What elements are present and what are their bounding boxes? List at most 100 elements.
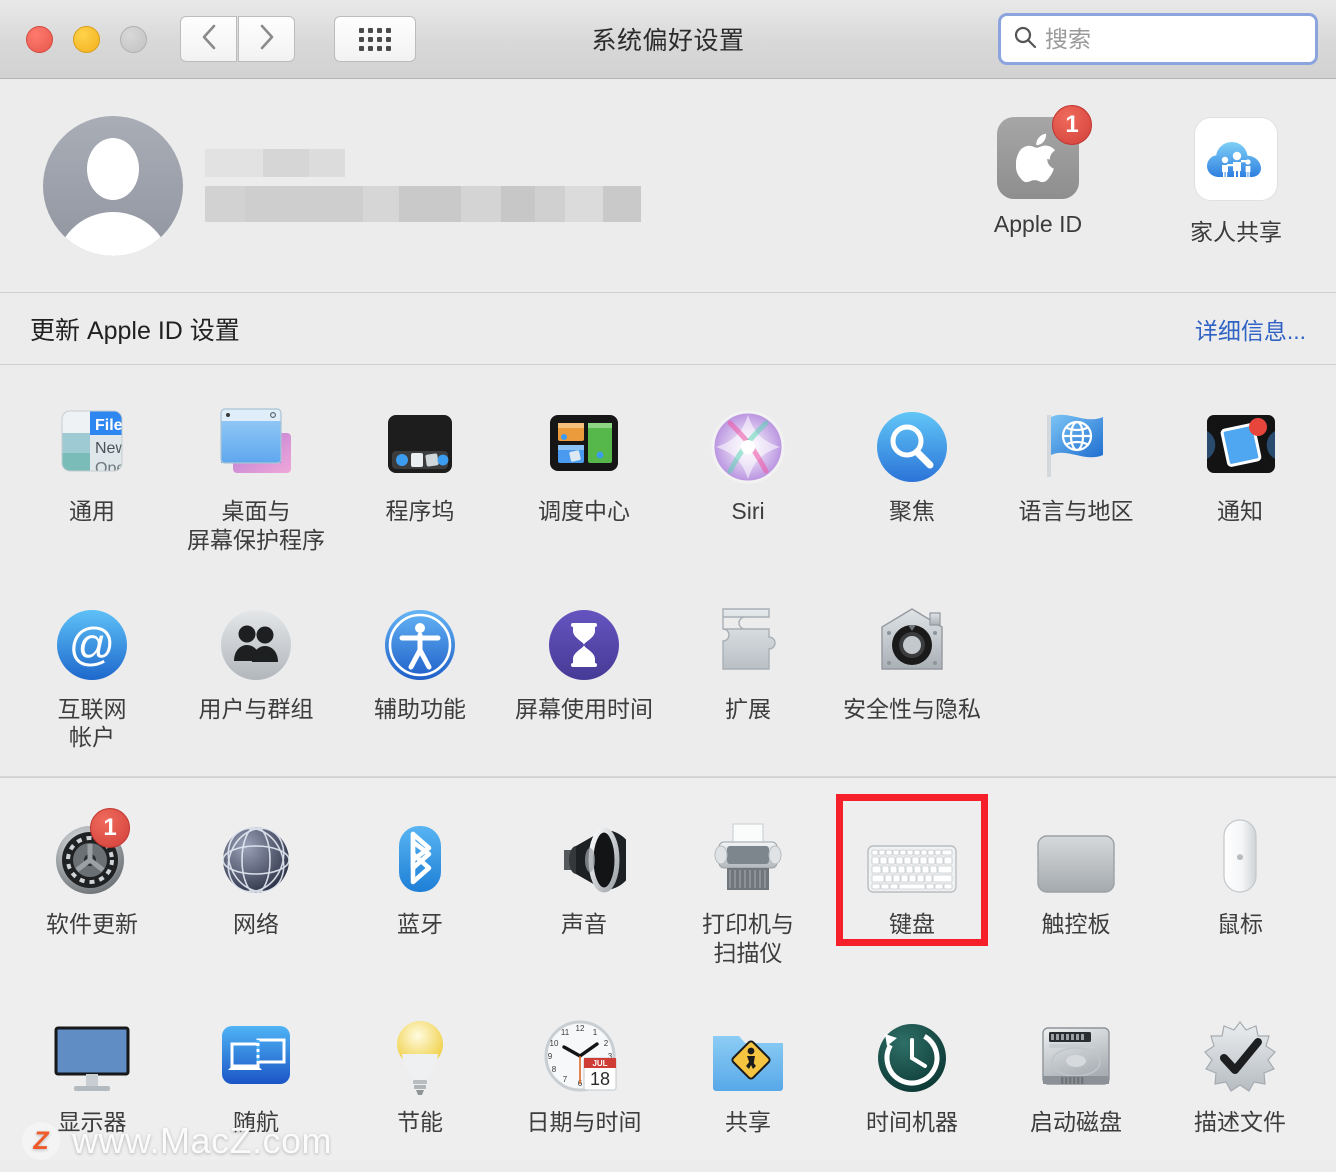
- sound-speaker-icon: [542, 812, 626, 900]
- pref-keyboard[interactable]: 键盘: [830, 794, 994, 974]
- search-field[interactable]: [998, 13, 1318, 65]
- pref-date-time[interactable]: 12123 4567 891011 JUL 18 日期与时间: [502, 1002, 666, 1143]
- watermark: Z www.MacZ.com: [22, 1120, 332, 1162]
- pref-startup-disk[interactable]: 启动磁盘: [994, 1002, 1158, 1143]
- section-hardware: 1 软件更新 网络 蓝牙 声音 打印机与 扫描仪 键盘 触控板 鼠标 显示器 随…: [0, 778, 1336, 1161]
- language-region-flag-icon: [1033, 399, 1119, 487]
- pref-mouse[interactable]: 鼠标: [1158, 804, 1322, 974]
- chevron-right-icon: [259, 24, 275, 55]
- date-time-clock-icon: 12123 4567 891011 JUL 18: [540, 1010, 628, 1098]
- mission-control-icon: [542, 399, 626, 487]
- pref-siri[interactable]: Siri: [666, 391, 830, 561]
- shortcut-label: 家人共享: [1190, 219, 1282, 245]
- banner-details-link[interactable]: 详细信息...: [1195, 312, 1306, 346]
- avatar-body: [55, 211, 171, 256]
- watermark-text: www.MacZ.com: [72, 1120, 333, 1161]
- back-button[interactable]: [180, 16, 237, 62]
- pref-label: 日期与时间: [526, 1108, 642, 1135]
- pref-screen-time[interactable]: 屏幕使用时间: [502, 589, 666, 759]
- pref-security-privacy[interactable]: 安全性与隐私: [830, 589, 994, 759]
- avatar[interactable]: [43, 115, 183, 256]
- pref-label: 鼠标: [1217, 911, 1263, 937]
- svg-text:12: 12: [576, 1024, 585, 1033]
- notifications-icon: [1197, 399, 1283, 487]
- pref-network[interactable]: 网络: [174, 804, 338, 974]
- family-sharing-cloud-icon: [1194, 117, 1278, 201]
- pref-bluetooth[interactable]: 蓝牙: [338, 804, 502, 974]
- svg-text:8: 8: [552, 1065, 557, 1074]
- pref-internet-accounts[interactable]: @ 互联网 帐户: [10, 589, 174, 759]
- pref-sharing[interactable]: 共享: [666, 1002, 830, 1143]
- account-identity[interactable]: [205, 149, 641, 222]
- search-input[interactable]: [1043, 24, 1303, 54]
- pref-label: 聚焦: [889, 498, 935, 524]
- pref-general[interactable]: File New Ope 通用: [10, 391, 174, 561]
- shortcut-label: Apple ID: [993, 211, 1083, 237]
- pref-label: 辅助功能: [374, 695, 466, 722]
- macz-logo-icon: Z: [22, 1122, 60, 1160]
- pref-accessibility[interactable]: 辅助功能: [338, 589, 502, 759]
- pref-label: 声音: [561, 911, 607, 937]
- status-badge: 1: [90, 808, 130, 848]
- pref-profiles[interactable]: 描述文件: [1158, 1002, 1322, 1143]
- sidecar-icon: [214, 1010, 298, 1098]
- keyboard-icon: [864, 812, 960, 900]
- pref-language-region[interactable]: 语言与地区: [994, 391, 1158, 561]
- prefs-row: 1 软件更新 网络 蓝牙 声音 打印机与 扫描仪 键盘 触控板 鼠标: [0, 794, 1336, 974]
- pref-sound[interactable]: 声音: [502, 804, 666, 974]
- pref-spotlight[interactable]: 聚焦: [830, 391, 994, 561]
- traffic-lights: [26, 25, 147, 53]
- pref-desktop-screensaver[interactable]: 桌面与 屏幕保护程序: [174, 391, 338, 561]
- pref-extensions[interactable]: 扩展: [666, 589, 830, 759]
- svg-text:1: 1: [593, 1028, 598, 1037]
- pref-energy-saver[interactable]: 节能: [338, 1002, 502, 1143]
- pref-trackpad[interactable]: 触控板: [994, 804, 1158, 974]
- software-update-gear-icon: 1: [50, 808, 134, 900]
- pref-label: 通用: [69, 498, 115, 524]
- minimize-button[interactable]: [73, 25, 100, 53]
- pref-dock[interactable]: 程序坞: [338, 391, 502, 561]
- pref-label: 时间机器: [866, 1108, 958, 1135]
- pref-users-groups[interactable]: 用户与群组: [174, 589, 338, 759]
- pref-label: 语言与地区: [1018, 498, 1134, 524]
- search-icon: [1013, 25, 1037, 54]
- displays-monitor-icon: [48, 1010, 136, 1098]
- pref-printers-scanners[interactable]: 打印机与 扫描仪: [666, 804, 830, 974]
- pref-notifications[interactable]: 通知: [1158, 391, 1322, 561]
- pref-label: 安全性与隐私: [843, 695, 981, 722]
- account-email-redacted: [205, 186, 641, 222]
- svg-text:9: 9: [548, 1052, 553, 1061]
- pref-time-machine[interactable]: 时间机器: [830, 1002, 994, 1143]
- shortcut-apple-id[interactable]: 1 Apple ID: [968, 105, 1108, 247]
- network-globe-icon: [216, 812, 296, 900]
- pref-label: 节能: [397, 1108, 443, 1135]
- update-apple-id-banner: 更新 Apple ID 设置 详细信息...: [0, 293, 1336, 365]
- pref-label: 用户与群组: [198, 695, 314, 722]
- apple-logo-icon: 1: [997, 105, 1092, 199]
- svg-text:11: 11: [561, 1028, 570, 1037]
- pref-software-update[interactable]: 1 软件更新: [10, 804, 174, 974]
- accessibility-icon: [380, 597, 460, 685]
- section-personal: File New Ope 通用 桌面与 屏幕保护程序 程序坞 调度中心 Siri…: [0, 365, 1336, 776]
- dock-icon: [378, 399, 462, 487]
- shortcut-family-sharing[interactable]: 家人共享: [1166, 117, 1306, 247]
- extensions-puzzle-icon: [707, 597, 789, 685]
- account-header: 1 Apple ID 家人共享: [0, 79, 1336, 293]
- svg-text:Ope: Ope: [95, 460, 125, 477]
- forward-button[interactable]: [238, 16, 295, 62]
- zoom-button[interactable]: [120, 25, 147, 53]
- close-button[interactable]: [26, 25, 53, 53]
- pref-mission-control[interactable]: 调度中心: [502, 391, 666, 561]
- prefs-row: File New Ope 通用 桌面与 屏幕保护程序 程序坞 调度中心 Siri…: [0, 391, 1336, 561]
- mouse-icon: [1210, 812, 1270, 900]
- siri-icon: [708, 399, 788, 487]
- pref-label: 软件更新: [46, 911, 138, 937]
- pref-label: 屏幕使用时间: [515, 695, 653, 722]
- account-shortcuts: 1 Apple ID 家人共享: [968, 105, 1306, 247]
- pref-label: 桌面与 屏幕保护程序: [187, 498, 325, 553]
- show-all-button[interactable]: [334, 16, 416, 62]
- pref-label: 通知: [1217, 498, 1263, 524]
- banner-text: 更新 Apple ID 设置: [30, 316, 240, 345]
- svg-text:10: 10: [550, 1039, 559, 1048]
- security-privacy-house-icon: [870, 597, 954, 685]
